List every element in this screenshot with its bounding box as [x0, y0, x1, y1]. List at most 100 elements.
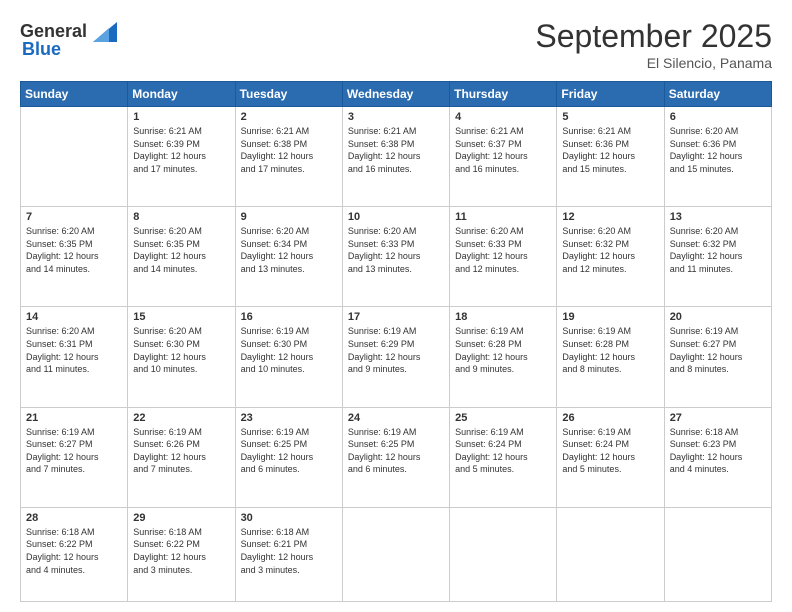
calendar-cell: 20Sunrise: 6:19 AM Sunset: 6:27 PM Dayli…: [664, 307, 771, 407]
day-info: Sunrise: 6:20 AM Sunset: 6:35 PM Dayligh…: [26, 225, 122, 275]
day-info: Sunrise: 6:19 AM Sunset: 6:26 PM Dayligh…: [133, 426, 229, 476]
calendar-cell: 29 Sunrise: 6:18 AM Sunset: 6:22 PM Dayli…: [128, 507, 235, 601]
day-number: 7: [26, 211, 122, 223]
calendar-cell: 23 Sunrise: 6:19 AM Sunset: 6:25 PM Dayli…: [235, 407, 342, 507]
day-number: 21: [26, 412, 122, 424]
day-info: Sunrise: 6:21 AM Sunset: 6:39 PM Dayligh…: [133, 125, 229, 175]
calendar-cell: 3Sunrise: 6:21 AM Sunset: 6:38 PM Daylig…: [342, 107, 449, 207]
calendar-header-row: Sunday Monday Tuesday Wednesday Thursday…: [21, 82, 772, 107]
calendar-cell: [664, 507, 771, 601]
day-info: Sunrise: 6:21 AM Sunset: 6:36 PM Dayligh…: [562, 125, 658, 175]
day-number: 15: [133, 311, 229, 323]
day-info: Sunrise: 6:18 AM Sunset: 6:21 PM Dayligh…: [241, 526, 337, 576]
day-number: 22: [133, 412, 229, 424]
calendar-cell: 2 Sunrise: 6:21 AM Sunset: 6:38 PM Daylig…: [235, 107, 342, 207]
day-number: 17: [348, 311, 444, 323]
day-number: 20: [670, 311, 766, 323]
col-sunday: Sunday: [21, 82, 128, 107]
calendar-cell: 15 Sunrise: 6:20 AM Sunset: 6:30 PM Dayli…: [128, 307, 235, 407]
calendar-cell: 4 Sunrise: 6:21 AM Sunset: 6:37 PM Daylig…: [450, 107, 557, 207]
day-info: Sunrise: 6:20 AM Sunset: 6:33 PM Dayligh…: [455, 225, 551, 275]
day-number: 24: [348, 412, 444, 424]
day-info: Sunrise: 6:20 AM Sunset: 6:34 PM Dayligh…: [241, 225, 337, 275]
col-wednesday: Wednesday: [342, 82, 449, 107]
day-number: 27: [670, 412, 766, 424]
calendar-cell: [21, 107, 128, 207]
day-number: 9: [241, 211, 337, 223]
calendar-cell: 26 Sunrise: 6:19 AM Sunset: 6:24 PM Dayli…: [557, 407, 664, 507]
calendar-cell: 5 Sunrise: 6:21 AM Sunset: 6:36 PM Daylig…: [557, 107, 664, 207]
calendar-cell: 1Sunrise: 6:21 AM Sunset: 6:39 PM Daylig…: [128, 107, 235, 207]
day-number: 19: [562, 311, 658, 323]
calendar-cell: 7 Sunrise: 6:20 AM Sunset: 6:35 PM Daylig…: [21, 207, 128, 307]
day-info: Sunrise: 6:19 AM Sunset: 6:28 PM Dayligh…: [455, 325, 551, 375]
day-info: Sunrise: 6:20 AM Sunset: 6:30 PM Dayligh…: [133, 325, 229, 375]
day-number: 28: [26, 512, 122, 524]
calendar-cell: 8 Sunrise: 6:20 AM Sunset: 6:35 PM Daylig…: [128, 207, 235, 307]
col-tuesday: Tuesday: [235, 82, 342, 107]
col-thursday: Thursday: [450, 82, 557, 107]
day-number: 12: [562, 211, 658, 223]
day-info: Sunrise: 6:20 AM Sunset: 6:36 PM Dayligh…: [670, 125, 766, 175]
day-number: 13: [670, 211, 766, 223]
calendar-cell: 11Sunrise: 6:20 AM Sunset: 6:33 PM Dayli…: [450, 207, 557, 307]
day-number: 30: [241, 512, 337, 524]
calendar-cell: 6 Sunrise: 6:20 AM Sunset: 6:36 PM Daylig…: [664, 107, 771, 207]
day-number: 23: [241, 412, 337, 424]
day-number: 25: [455, 412, 551, 424]
day-number: 8: [133, 211, 229, 223]
day-info: Sunrise: 6:19 AM Sunset: 6:25 PM Dayligh…: [348, 426, 444, 476]
calendar-cell: [557, 507, 664, 601]
day-info: Sunrise: 6:20 AM Sunset: 6:35 PM Dayligh…: [133, 225, 229, 275]
calendar-cell: 25 Sunrise: 6:19 AM Sunset: 6:24 PM Dayli…: [450, 407, 557, 507]
day-number: 5: [562, 111, 658, 123]
day-info: Sunrise: 6:21 AM Sunset: 6:38 PM Dayligh…: [348, 125, 444, 175]
day-number: 10: [348, 211, 444, 223]
day-info: Sunrise: 6:20 AM Sunset: 6:33 PM Dayligh…: [348, 225, 444, 275]
calendar-cell: 27Sunrise: 6:18 AM Sunset: 6:23 PM Dayli…: [664, 407, 771, 507]
calendar-cell: 22 Sunrise: 6:19 AM Sunset: 6:26 PM Dayli…: [128, 407, 235, 507]
calendar-cell: 30 Sunrise: 6:18 AM Sunset: 6:21 PM Dayli…: [235, 507, 342, 601]
day-info: Sunrise: 6:19 AM Sunset: 6:24 PM Dayligh…: [455, 426, 551, 476]
calendar-cell: 16Sunrise: 6:19 AM Sunset: 6:30 PM Dayli…: [235, 307, 342, 407]
day-info: Sunrise: 6:20 AM Sunset: 6:32 PM Dayligh…: [670, 225, 766, 275]
day-info: Sunrise: 6:21 AM Sunset: 6:37 PM Dayligh…: [455, 125, 551, 175]
calendar-cell: 18Sunrise: 6:19 AM Sunset: 6:28 PM Dayli…: [450, 307, 557, 407]
calendar-cell: 28Sunrise: 6:18 AM Sunset: 6:22 PM Dayli…: [21, 507, 128, 601]
logo: General Blue: [20, 18, 117, 60]
calendar-cell: 17 Sunrise: 6:19 AM Sunset: 6:29 PM Dayli…: [342, 307, 449, 407]
col-saturday: Saturday: [664, 82, 771, 107]
logo-icon: [89, 18, 117, 46]
location-subtitle: El Silencio, Panama: [535, 55, 772, 71]
calendar-cell: 21Sunrise: 6:19 AM Sunset: 6:27 PM Dayli…: [21, 407, 128, 507]
day-number: 14: [26, 311, 122, 323]
day-number: 4: [455, 111, 551, 123]
calendar-cell: 10 Sunrise: 6:20 AM Sunset: 6:33 PM Dayli…: [342, 207, 449, 307]
day-info: Sunrise: 6:19 AM Sunset: 6:29 PM Dayligh…: [348, 325, 444, 375]
day-info: Sunrise: 6:18 AM Sunset: 6:22 PM Dayligh…: [133, 526, 229, 576]
day-number: 6: [670, 111, 766, 123]
calendar-cell: 9 Sunrise: 6:20 AM Sunset: 6:34 PM Daylig…: [235, 207, 342, 307]
col-monday: Monday: [128, 82, 235, 107]
day-info: Sunrise: 6:19 AM Sunset: 6:24 PM Dayligh…: [562, 426, 658, 476]
day-number: 26: [562, 412, 658, 424]
day-info: Sunrise: 6:20 AM Sunset: 6:31 PM Dayligh…: [26, 325, 122, 375]
calendar-cell: [342, 507, 449, 601]
calendar-cell: 19 Sunrise: 6:19 AM Sunset: 6:28 PM Dayli…: [557, 307, 664, 407]
day-info: Sunrise: 6:19 AM Sunset: 6:28 PM Dayligh…: [562, 325, 658, 375]
header: General Blue September 2025 El Silencio,…: [20, 18, 772, 71]
calendar-cell: 12 Sunrise: 6:20 AM Sunset: 6:32 PM Dayli…: [557, 207, 664, 307]
day-info: Sunrise: 6:19 AM Sunset: 6:30 PM Dayligh…: [241, 325, 337, 375]
day-info: Sunrise: 6:21 AM Sunset: 6:38 PM Dayligh…: [241, 125, 337, 175]
day-number: 29: [133, 512, 229, 524]
logo-blue-text: Blue: [22, 40, 61, 60]
calendar-cell: 24 Sunrise: 6:19 AM Sunset: 6:25 PM Dayli…: [342, 407, 449, 507]
day-info: Sunrise: 6:19 AM Sunset: 6:25 PM Dayligh…: [241, 426, 337, 476]
calendar-cell: 13 Sunrise: 6:20 AM Sunset: 6:32 PM Dayli…: [664, 207, 771, 307]
col-friday: Friday: [557, 82, 664, 107]
calendar-table: Sunday Monday Tuesday Wednesday Thursday…: [20, 81, 772, 602]
page: General Blue September 2025 El Silencio,…: [0, 0, 792, 612]
day-number: 2: [241, 111, 337, 123]
day-info: Sunrise: 6:20 AM Sunset: 6:32 PM Dayligh…: [562, 225, 658, 275]
calendar-cell: 14 Sunrise: 6:20 AM Sunset: 6:31 PM Dayli…: [21, 307, 128, 407]
